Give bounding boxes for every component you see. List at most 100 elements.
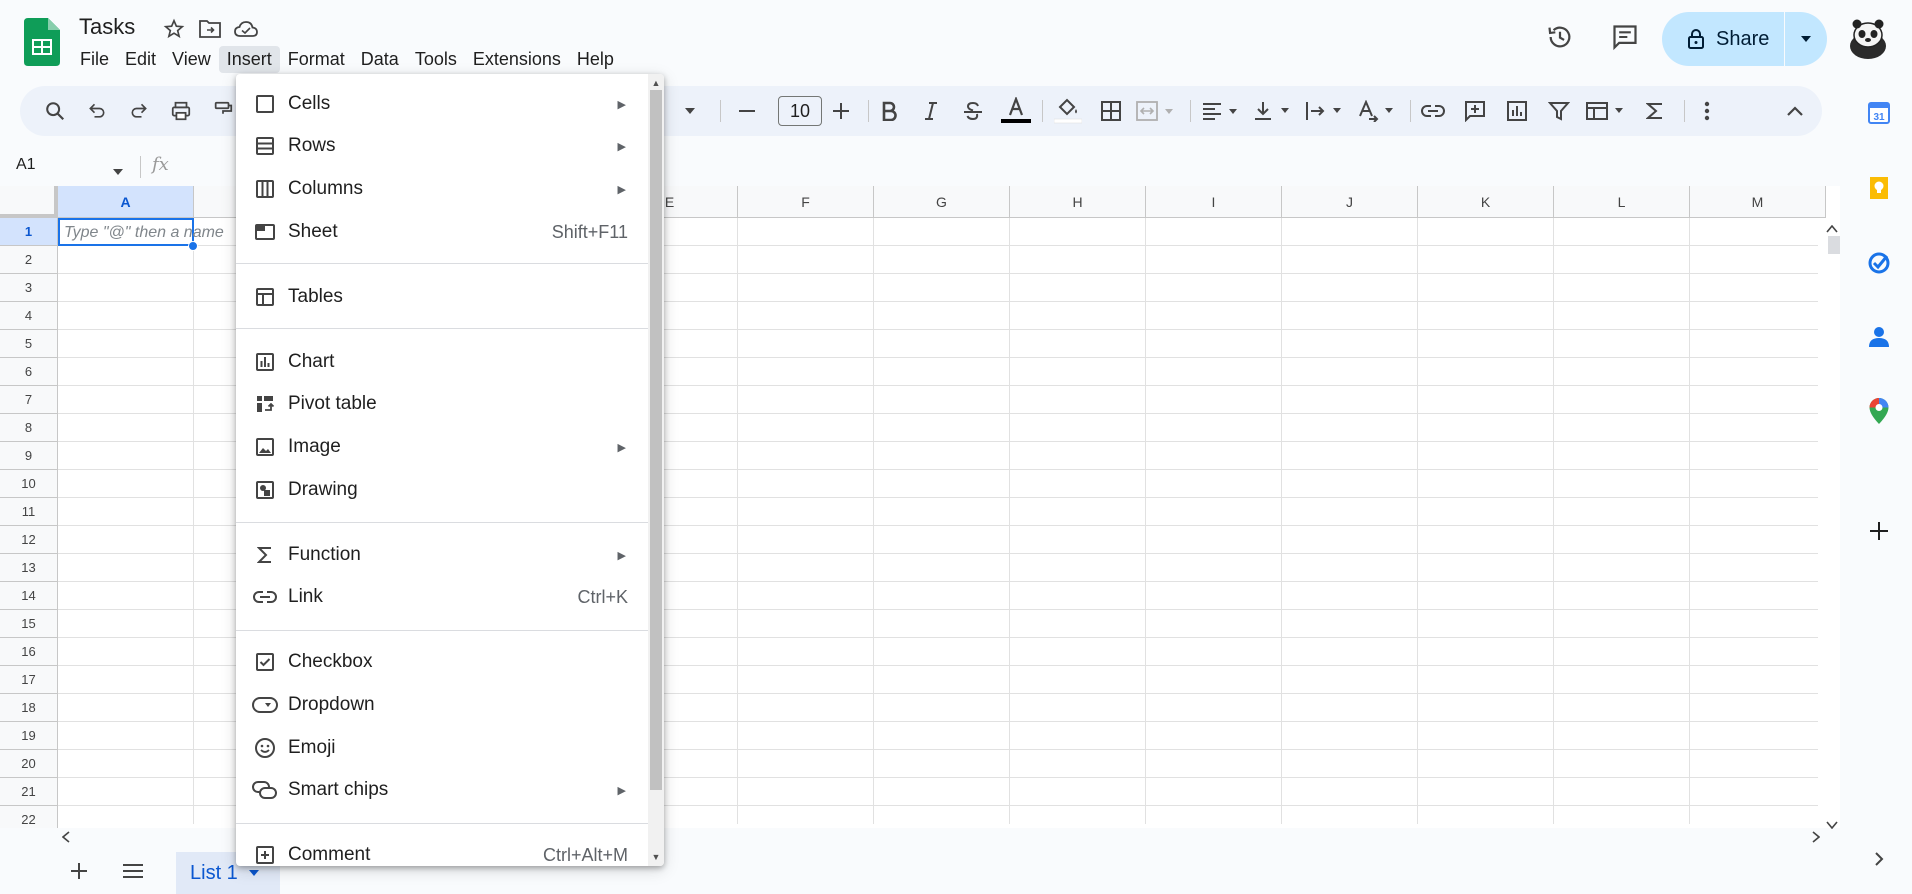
row-header[interactable]: 21 (0, 778, 58, 806)
insert-link-icon[interactable] (1416, 86, 1450, 136)
menu-item-sheet[interactable]: Sheet Shift+F11 (236, 212, 648, 252)
column-header[interactable]: A (58, 186, 194, 218)
row-header[interactable]: 7 (0, 386, 58, 414)
menu-item-chart[interactable]: Chart (236, 342, 648, 382)
column-header[interactable]: M (1690, 186, 1826, 218)
sheets-logo-icon[interactable] (24, 18, 60, 66)
keep-icon[interactable] (1866, 175, 1892, 201)
tasks-icon[interactable] (1866, 250, 1892, 276)
account-avatar[interactable] (1848, 16, 1888, 60)
row-header[interactable]: 22 (0, 806, 58, 828)
star-icon[interactable] (161, 16, 187, 42)
text-color-icon[interactable] (998, 86, 1034, 136)
version-history-icon[interactable] (1545, 22, 1575, 52)
menu-item-dropdown[interactable]: Dropdown (236, 685, 648, 725)
menu-item-cells[interactable]: Cells ▶ (236, 84, 648, 124)
menu-item-function[interactable]: Function ▶ (236, 535, 648, 575)
row-header[interactable]: 14 (0, 582, 58, 610)
menu-format[interactable]: Format (280, 46, 353, 73)
row-header[interactable]: 1 (0, 218, 58, 246)
menu-item-rows[interactable]: Rows ▶ (236, 126, 648, 166)
row-header[interactable]: 12 (0, 526, 58, 554)
name-box[interactable]: A1 (16, 156, 36, 174)
row-header[interactable]: 5 (0, 330, 58, 358)
menu-item-link[interactable]: Link Ctrl+K (236, 577, 648, 617)
row-header[interactable]: 18 (0, 694, 58, 722)
vertical-scroll-thumb[interactable] (1828, 236, 1840, 254)
insert-comment-icon[interactable] (1458, 86, 1492, 136)
horizontal-align-icon[interactable] (1198, 86, 1244, 136)
row-header[interactable]: 3 (0, 274, 58, 302)
document-title[interactable]: Tasks (79, 14, 135, 40)
text-wrapping-icon[interactable] (1302, 86, 1348, 136)
more-options-icon[interactable] (1692, 86, 1722, 136)
menu-item-columns[interactable]: Columns ▶ (236, 169, 648, 209)
increase-font-size-icon[interactable] (826, 86, 856, 136)
contacts-icon[interactable] (1866, 324, 1892, 350)
row-header[interactable]: 8 (0, 414, 58, 442)
row-header[interactable]: 16 (0, 638, 58, 666)
hide-menus-chevron-up-icon[interactable] (1780, 86, 1810, 136)
move-folder-icon[interactable] (197, 16, 223, 42)
row-header[interactable]: 15 (0, 610, 58, 638)
redo-icon[interactable] (124, 86, 154, 136)
menu-extensions[interactable]: Extensions (465, 46, 569, 73)
comments-icon[interactable] (1610, 22, 1640, 52)
font-dropdown-caret-icon[interactable] (680, 86, 700, 136)
menu-view[interactable]: View (164, 46, 219, 73)
menu-insert[interactable]: Insert (218, 46, 280, 73)
functions-sigma-icon[interactable] (1638, 86, 1672, 136)
vertical-scrollbar[interactable] (1818, 218, 1840, 828)
insert-chart-icon[interactable] (1500, 86, 1534, 136)
maps-icon[interactable] (1866, 398, 1892, 424)
share-dropdown-button[interactable] (1785, 12, 1827, 66)
add-sheet-icon[interactable] (70, 862, 88, 885)
menu-item-image[interactable]: Image ▶ (236, 427, 648, 467)
print-icon[interactable] (166, 86, 196, 136)
row-header[interactable]: 9 (0, 442, 58, 470)
italic-icon[interactable] (914, 86, 948, 136)
strikethrough-icon[interactable] (956, 86, 990, 136)
menu-edit[interactable]: Edit (117, 46, 164, 73)
row-header[interactable]: 6 (0, 358, 58, 386)
share-button[interactable]: Share (1662, 12, 1784, 66)
menu-item-smart-chips[interactable]: Smart chips ▶ (236, 770, 648, 810)
column-header[interactable]: J (1282, 186, 1418, 218)
menu-file[interactable]: File (72, 46, 117, 73)
column-header[interactable]: F (738, 186, 874, 218)
scroll-up-arrow-icon[interactable] (1826, 220, 1838, 238)
name-box-caret-icon[interactable] (112, 163, 124, 181)
menu-item-emoji[interactable]: Emoji (236, 728, 648, 768)
select-all-corner[interactable] (0, 186, 58, 218)
row-header[interactable]: 13 (0, 554, 58, 582)
paint-format-icon[interactable] (208, 86, 238, 136)
column-header[interactable]: H (1010, 186, 1146, 218)
menu-item-pivot-table[interactable]: Pivot table (236, 384, 648, 424)
column-header[interactable]: G (874, 186, 1010, 218)
fill-color-icon[interactable] (1050, 86, 1086, 136)
row-header[interactable]: 4 (0, 302, 58, 330)
menu-scroll-down-icon[interactable]: ▼ (650, 850, 662, 864)
decrease-font-size-icon[interactable] (732, 86, 762, 136)
scroll-down-arrow-icon[interactable] (1826, 816, 1838, 834)
cloud-saved-icon[interactable] (233, 16, 259, 42)
text-rotation-icon[interactable] (1354, 86, 1400, 136)
row-header[interactable]: 10 (0, 470, 58, 498)
borders-icon[interactable] (1094, 86, 1128, 136)
font-size-input[interactable]: 10 (778, 96, 822, 126)
get-addons-plus-icon[interactable] (1866, 518, 1892, 544)
show-side-panel-chevron-icon[interactable] (1866, 846, 1892, 872)
row-header[interactable]: 2 (0, 246, 58, 274)
row-header[interactable]: 11 (0, 498, 58, 526)
all-sheets-list-icon[interactable] (122, 864, 144, 883)
menu-data[interactable]: Data (353, 46, 407, 73)
menu-tools[interactable]: Tools (407, 46, 465, 73)
menu-scroll-thumb[interactable] (650, 90, 662, 790)
fill-handle[interactable] (188, 241, 198, 251)
calendar-icon[interactable]: 31 (1866, 100, 1892, 126)
bold-icon[interactable] (872, 86, 906, 136)
column-header[interactable]: L (1554, 186, 1690, 218)
undo-icon[interactable] (82, 86, 112, 136)
column-header[interactable]: I (1146, 186, 1282, 218)
row-header[interactable]: 19 (0, 722, 58, 750)
